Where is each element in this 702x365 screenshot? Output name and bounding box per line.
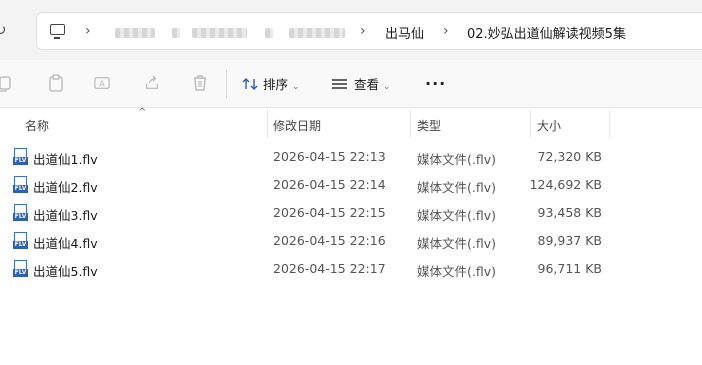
view-label: 查看	[354, 77, 380, 92]
sort-icon	[242, 78, 258, 90]
file-size: 89,937 KB	[537, 233, 602, 248]
file-name[interactable]: 出道仙2.flv	[33, 177, 98, 196]
file-date: 2026-04-15 22:14	[273, 177, 386, 192]
breadcrumb-item[interactable]: 出马仙	[385, 23, 424, 42]
file-size: 124,692 KB	[529, 177, 602, 192]
column-header-size[interactable]: 大小	[537, 117, 561, 134]
more-options-button[interactable]: ···	[425, 74, 446, 93]
chevron-down-icon: ⌄	[383, 82, 391, 92]
chevron-right-icon[interactable]: ›	[360, 23, 366, 39]
paste-icon[interactable]	[48, 74, 64, 92]
file-type: 媒体文件(.flv)	[417, 208, 496, 223]
share-icon[interactable]	[144, 74, 160, 92]
blurred-breadcrumb[interactable]	[289, 28, 345, 38]
column-divider[interactable]	[410, 110, 411, 138]
file-row[interactable]: FLV 出道仙3.flv 2026-04-15 22:15 媒体文件(.flv)…	[0, 199, 702, 227]
file-size: 93,458 KB	[537, 205, 602, 220]
blurred-separator	[172, 28, 180, 38]
file-date: 2026-04-15 22:16	[273, 233, 386, 248]
flv-file-icon: FLV	[13, 176, 28, 194]
file-date: 2026-04-15 22:15	[273, 205, 386, 220]
file-type: 媒体文件(.flv)	[417, 236, 496, 251]
file-name[interactable]: 出道仙4.flv	[33, 233, 98, 252]
file-name[interactable]: 出道仙3.flv	[33, 205, 98, 224]
column-header-row: ^ 名称 修改日期 类型 大小	[0, 107, 702, 138]
column-header-type[interactable]: 类型	[417, 117, 441, 134]
file-row[interactable]: FLV 出道仙4.flv 2026-04-15 22:16 媒体文件(.flv)…	[0, 227, 702, 255]
chevron-down-icon: ⌄	[292, 82, 300, 92]
file-row[interactable]: FLV 出道仙2.flv 2026-04-15 22:14 媒体文件(.flv)…	[0, 171, 702, 199]
column-divider[interactable]	[267, 110, 268, 138]
toolbar-divider	[226, 70, 227, 98]
this-pc-icon[interactable]	[50, 24, 65, 39]
flv-file-icon: FLV	[13, 232, 28, 250]
column-divider[interactable]	[530, 110, 531, 138]
svg-text:A: A	[99, 80, 105, 89]
sort-button[interactable]: 排序 ⌄	[242, 74, 300, 93]
blurred-breadcrumb[interactable]	[115, 28, 155, 38]
flv-file-icon: FLV	[13, 260, 28, 278]
sort-ascending-icon: ^	[138, 107, 147, 118]
column-header-date[interactable]: 修改日期	[273, 117, 321, 134]
flv-file-icon: FLV	[13, 204, 28, 222]
delete-icon[interactable]	[192, 74, 208, 92]
column-header-name[interactable]: 名称	[25, 117, 49, 134]
address-bar[interactable]: › › 出马仙 › 02.妙弘出道仙解读视频5集	[36, 12, 702, 50]
file-date: 2026-04-15 22:13	[273, 149, 386, 164]
column-divider[interactable]	[609, 110, 610, 138]
file-date: 2026-04-15 22:17	[273, 261, 386, 276]
refresh-icon[interactable]: ↻	[0, 21, 12, 39]
file-type: 媒体文件(.flv)	[417, 152, 496, 167]
file-type: 媒体文件(.flv)	[417, 264, 496, 279]
file-size: 72,320 KB	[537, 149, 602, 164]
chevron-right-icon[interactable]: ›	[85, 23, 91, 39]
copy-icon[interactable]	[0, 74, 12, 92]
rename-icon[interactable]: A	[94, 74, 110, 92]
file-name[interactable]: 出道仙5.flv	[33, 261, 98, 280]
command-bar: A 排序 ⌄ 查看 ⌄ ···	[0, 60, 702, 108]
address-bar-row: ↻ › › 出马仙 › 02.妙弘出道仙解读视频5集	[0, 0, 702, 60]
blurred-breadcrumb[interactable]	[192, 28, 247, 38]
breadcrumb-item[interactable]: 02.妙弘出道仙解读视频5集	[467, 23, 626, 42]
file-row[interactable]: FLV 出道仙1.flv 2026-04-15 22:13 媒体文件(.flv)…	[0, 143, 702, 171]
sort-label: 排序	[263, 77, 289, 92]
blurred-separator	[265, 28, 273, 38]
chevron-right-icon[interactable]: ›	[443, 23, 449, 39]
file-row[interactable]: FLV 出道仙5.flv 2026-04-15 22:17 媒体文件(.flv)…	[0, 255, 702, 283]
flv-file-icon: FLV	[13, 148, 28, 166]
file-size: 96,711 KB	[537, 261, 602, 276]
file-name[interactable]: 出道仙1.flv	[33, 149, 98, 168]
view-button[interactable]: 查看 ⌄	[331, 74, 391, 93]
view-icon	[332, 79, 347, 89]
file-type: 媒体文件(.flv)	[417, 180, 496, 195]
